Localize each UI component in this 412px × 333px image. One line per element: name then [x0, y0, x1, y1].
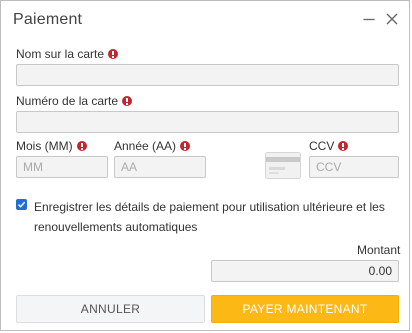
dialog-title: Paiement: [13, 11, 83, 28]
card-name-label: Nom sur la carte: [16, 47, 119, 61]
ccv-input[interactable]: [309, 156, 399, 178]
payment-dialog: Paiement Nom sur la carte Numéro de la c…: [0, 0, 410, 331]
cancel-button[interactable]: ANNULER: [16, 295, 205, 323]
save-details-label: Enregistrer les détails de paiement pour…: [34, 200, 385, 234]
card-number-label: Numéro de la carte: [16, 94, 133, 108]
year-label: Année (AA): [114, 139, 191, 153]
save-details-checkbox[interactable]: [16, 199, 27, 210]
amount-label: Montant: [357, 243, 401, 257]
checkmark-icon: [17, 200, 26, 209]
required-icon: [180, 141, 191, 151]
month-input[interactable]: [16, 156, 108, 178]
month-label: Mois (MM): [16, 139, 87, 153]
required-icon: [122, 96, 133, 106]
credit-card-icon: [265, 152, 301, 179]
amount-field: [211, 260, 399, 282]
minimize-button[interactable]: [361, 11, 377, 27]
required-icon: [76, 141, 87, 151]
close-icon: [386, 13, 398, 25]
close-button[interactable]: [384, 11, 400, 27]
card-number-input[interactable]: [16, 111, 399, 133]
year-input[interactable]: [114, 156, 206, 178]
ccv-label: CCV: [309, 139, 349, 153]
minimize-icon: [363, 13, 375, 25]
pay-now-button[interactable]: PAYER MAINTENANT: [211, 295, 399, 323]
required-icon: [108, 49, 119, 59]
required-icon: [338, 141, 349, 151]
title-bar: Paiement: [1, 1, 409, 41]
card-name-input[interactable]: [16, 64, 399, 86]
